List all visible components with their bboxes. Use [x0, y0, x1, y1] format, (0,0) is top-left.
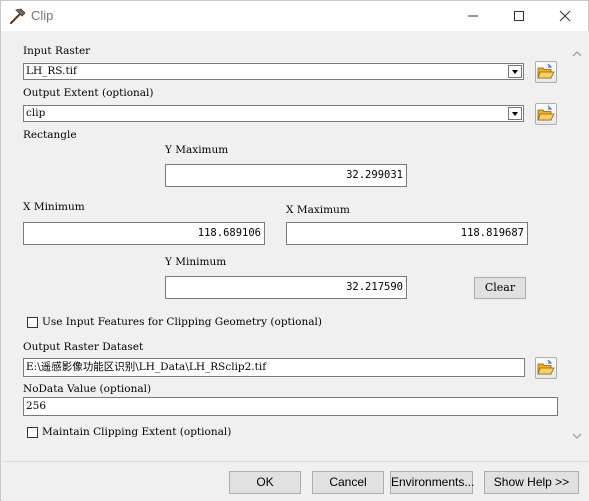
x-maximum-label: X Maximum: [286, 204, 350, 216]
environments-button[interactable]: Environments...: [390, 471, 474, 494]
maintain-clipping-extent-checkbox[interactable]: [27, 427, 38, 438]
y-minimum-label: Y Minimum: [165, 256, 227, 268]
minimize-button[interactable]: [450, 1, 496, 31]
x-minimum-label: X Minimum: [23, 201, 85, 213]
button-bar: OK Cancel Environments... Show Help >>: [2, 461, 589, 501]
rectangle-label: Rectangle: [23, 129, 77, 141]
show-help-button[interactable]: Show Help >>: [484, 471, 579, 494]
chevron-down-icon[interactable]: [508, 65, 522, 78]
y-minimum-input[interactable]: 32.217590: [165, 276, 407, 299]
use-input-features-label: Use Input Features for Clipping Geometry…: [42, 316, 322, 328]
x-minimum-input[interactable]: 118.689106: [23, 222, 265, 245]
input-raster-browse-button[interactable]: [535, 61, 557, 83]
title-bar: Clip: [1, 1, 588, 31]
output-extent-label: Output Extent (optional): [23, 87, 154, 99]
ok-button[interactable]: OK: [229, 471, 301, 494]
y-maximum-input[interactable]: 32.299031: [165, 164, 407, 187]
output-raster-browse-button[interactable]: [535, 357, 557, 379]
folder-open-icon: [537, 359, 555, 375]
minimize-icon: [468, 15, 478, 17]
output-raster-label: Output Raster Dataset: [23, 341, 144, 353]
folder-open-icon: [537, 105, 555, 121]
input-raster-combo[interactable]: LH_RS.tif: [23, 63, 524, 80]
x-maximum-input[interactable]: 118.819687: [286, 222, 528, 245]
clear-button[interactable]: Clear: [474, 277, 526, 299]
clip-dialog: Clip Input Raster LH_RS.tif Output Exten…: [0, 0, 589, 501]
folder-open-icon: [537, 63, 555, 79]
chevron-up-icon[interactable]: [572, 49, 582, 59]
close-button[interactable]: [542, 1, 588, 31]
output-extent-combo[interactable]: clip: [23, 105, 524, 122]
output-raster-input[interactable]: E:\遥感影像功能区识别\LH_Data\LH_RSclip2.tif: [23, 358, 525, 377]
nodata-label: NoData Value (optional): [23, 383, 152, 395]
chevron-down-icon[interactable]: [508, 107, 522, 120]
maintain-clipping-extent-label: Maintain Clipping Extent (optional): [42, 426, 232, 438]
vertical-scrollbar[interactable]: [568, 39, 586, 453]
maximize-icon: [514, 11, 524, 21]
window-title: Clip: [31, 8, 54, 23]
input-raster-label: Input Raster: [23, 45, 91, 57]
use-input-features-checkbox[interactable]: [27, 317, 38, 328]
hammer-icon: [9, 8, 26, 25]
chevron-down-icon[interactable]: [572, 431, 582, 441]
output-extent-browse-button[interactable]: [535, 103, 557, 125]
input-raster-value: LH_RS.tif: [26, 65, 77, 77]
cancel-button[interactable]: Cancel: [312, 471, 384, 494]
form-panel: Input Raster LH_RS.tif Output Extent (op…: [2, 31, 589, 461]
nodata-input[interactable]: 256: [23, 397, 558, 416]
output-extent-value: clip: [26, 107, 46, 119]
maximize-button[interactable]: [496, 1, 542, 31]
y-maximum-label: Y Maximum: [165, 144, 229, 156]
close-icon: [559, 10, 571, 22]
